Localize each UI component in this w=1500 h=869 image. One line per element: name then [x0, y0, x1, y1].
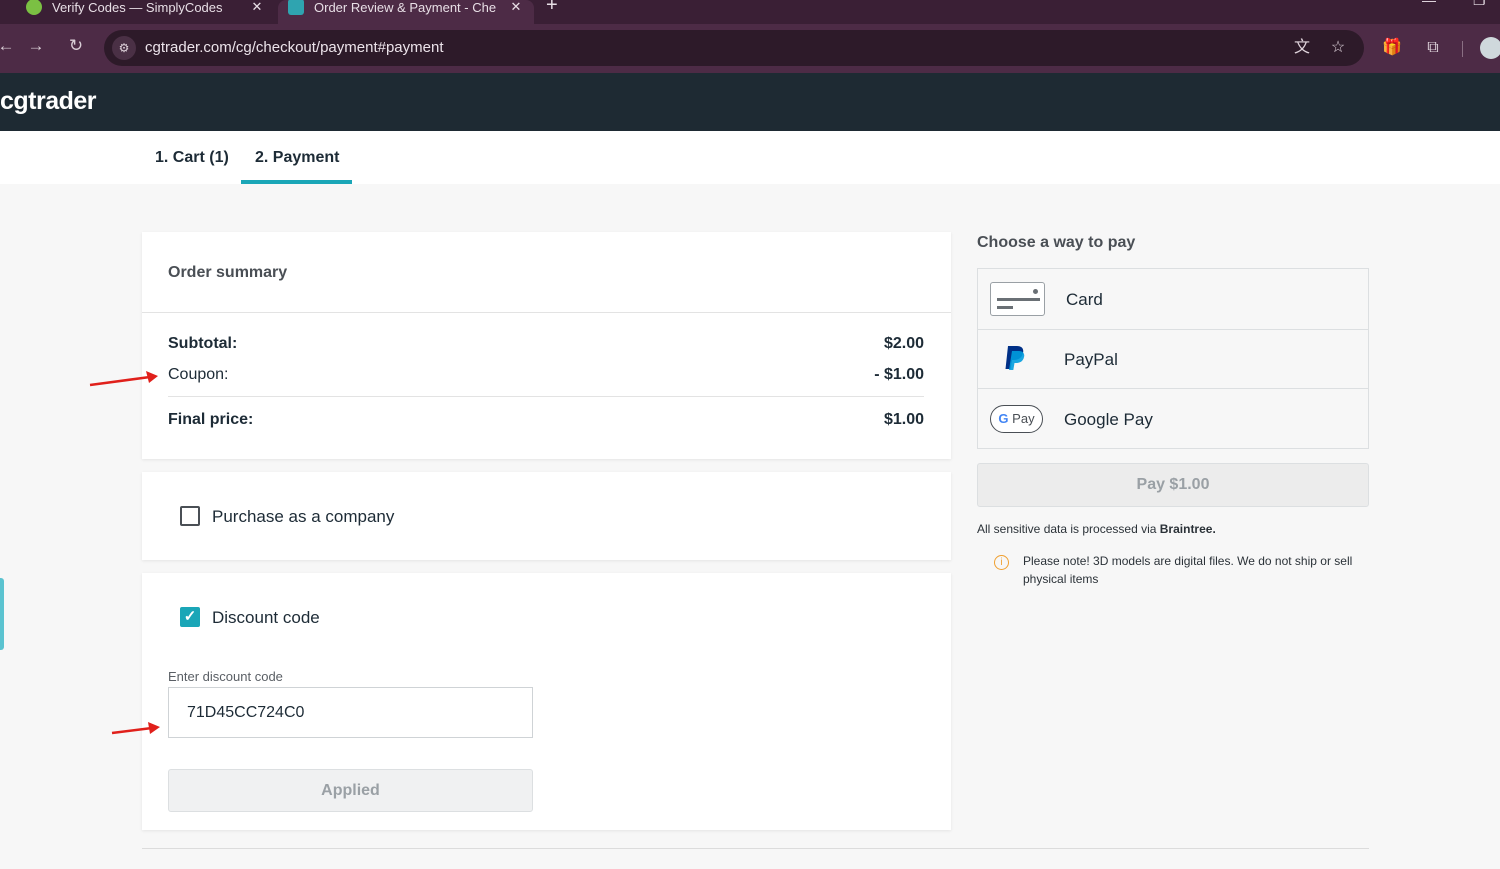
divider — [142, 312, 951, 313]
google-pay-icon: G Pay — [990, 405, 1043, 433]
back-arrow-icon[interactable]: ← — [0, 34, 18, 58]
payment-method-label: Card — [1066, 290, 1103, 309]
discount-card: ✓ Discount code Enter discount code Appl… — [142, 573, 951, 830]
braintree-link[interactable]: Braintree. — [1160, 522, 1216, 536]
coupon-label: Coupon: — [168, 366, 229, 383]
annotation-arrow-icon — [111, 722, 160, 735]
browser-tab-simplycodes[interactable]: Verify Codes — SimplyCodes ✕ — [0, 0, 275, 24]
discount-checkbox-label[interactable]: Discount code — [212, 608, 320, 628]
address-bar[interactable]: ⚙ cgtrader.com/cg/checkout/payment#payme… — [104, 30, 1364, 66]
applied-button[interactable]: Applied — [168, 769, 533, 812]
tab-title: Verify Codes — SimplyCodes — [52, 0, 223, 15]
subtotal-label: Subtotal: — [168, 335, 238, 352]
toolbar-divider — [1462, 41, 1463, 57]
site-info-icon[interactable]: ⚙ — [112, 36, 136, 60]
reload-icon[interactable]: ↻ — [64, 34, 88, 58]
annotation-arrow-icon — [89, 371, 158, 387]
payment-method-label: PayPal — [1064, 350, 1118, 369]
coupon-value: - $1.00 — [874, 366, 924, 383]
browser-tab-cgtrader[interactable]: Order Review & Payment - Che ✕ — [278, 0, 534, 24]
cgtrader-tab-icon — [288, 0, 304, 15]
discount-checkbox[interactable]: ✓ — [180, 607, 200, 627]
divider — [168, 396, 924, 397]
browser-tab-bar: Verify Codes — SimplyCodes ✕ Order Revie… — [0, 0, 1500, 24]
final-price-value: $1.00 — [883, 411, 924, 428]
checkout-steps: 1. Cart (1) 2. Payment — [0, 131, 1500, 184]
payment-method-paypal[interactable]: PayPal — [978, 330, 1368, 389]
simplycodes-icon — [26, 0, 42, 15]
pay-button[interactable]: Pay $1.00 — [977, 463, 1369, 507]
final-price-label: Final price: — [168, 411, 254, 428]
site-header: cgtrader — [0, 73, 1500, 131]
payment-title: Choose a way to pay — [977, 234, 1136, 251]
step-payment[interactable]: 2. Payment — [255, 149, 339, 167]
payment-method-card[interactable]: Card — [978, 269, 1368, 330]
maximize-icon[interactable]: ❐ — [1473, 0, 1486, 9]
credit-card-icon — [990, 282, 1045, 316]
discount-field-label: Enter discount code — [168, 669, 283, 684]
active-step-underline — [241, 180, 352, 184]
extension-gift-icon[interactable]: 🎁 — [1380, 36, 1404, 60]
payment-method-google-pay[interactable]: G Pay Google Pay — [978, 389, 1368, 449]
side-panel-handle[interactable] — [0, 578, 4, 650]
company-card: Purchase as a company — [142, 472, 951, 560]
footer-divider — [142, 848, 1369, 849]
url-text[interactable]: cgtrader.com/cg/checkout/payment#payment — [145, 39, 444, 56]
order-summary-card: Order summary Subtotal: $2.00 Coupon: - … — [142, 232, 951, 459]
new-tab-button[interactable]: + — [546, 0, 558, 17]
cgtrader-logo[interactable]: cgtrader — [0, 87, 97, 116]
discount-code-input[interactable] — [168, 687, 533, 738]
digital-files-note: Please note! 3D models are digital files… — [1023, 554, 1353, 586]
company-checkbox[interactable] — [180, 506, 200, 526]
subtotal-value: $2.00 — [883, 335, 924, 352]
info-icon: i — [994, 555, 1009, 570]
browser-toolbar: ← → ↻ ⚙ cgtrader.com/cg/checkout/payment… — [0, 24, 1500, 73]
profile-avatar[interactable] — [1480, 37, 1500, 59]
forward-arrow-icon[interactable]: → — [24, 34, 48, 58]
payment-methods-list: Card PayPal G Pay Google Pay — [977, 268, 1369, 449]
braintree-notice: All sensitive data is processed via Brai… — [977, 522, 1216, 536]
close-icon[interactable]: ✕ — [247, 0, 267, 15]
company-checkbox-label[interactable]: Purchase as a company — [212, 507, 394, 527]
order-summary-title: Order summary — [168, 264, 288, 281]
close-icon[interactable]: ✕ — [506, 0, 526, 15]
step-cart[interactable]: 1. Cart (1) — [155, 149, 229, 167]
paypal-icon — [1005, 346, 1025, 370]
translate-icon[interactable]: 文 — [1291, 37, 1313, 59]
minimize-icon[interactable]: — — [1422, 0, 1436, 8]
extensions-puzzle-icon[interactable]: ⧉ — [1421, 36, 1445, 60]
payment-method-label: Google Pay — [1064, 410, 1153, 429]
tab-title: Order Review & Payment - Che — [314, 0, 497, 15]
star-bookmark-icon[interactable]: ☆ — [1327, 37, 1349, 59]
